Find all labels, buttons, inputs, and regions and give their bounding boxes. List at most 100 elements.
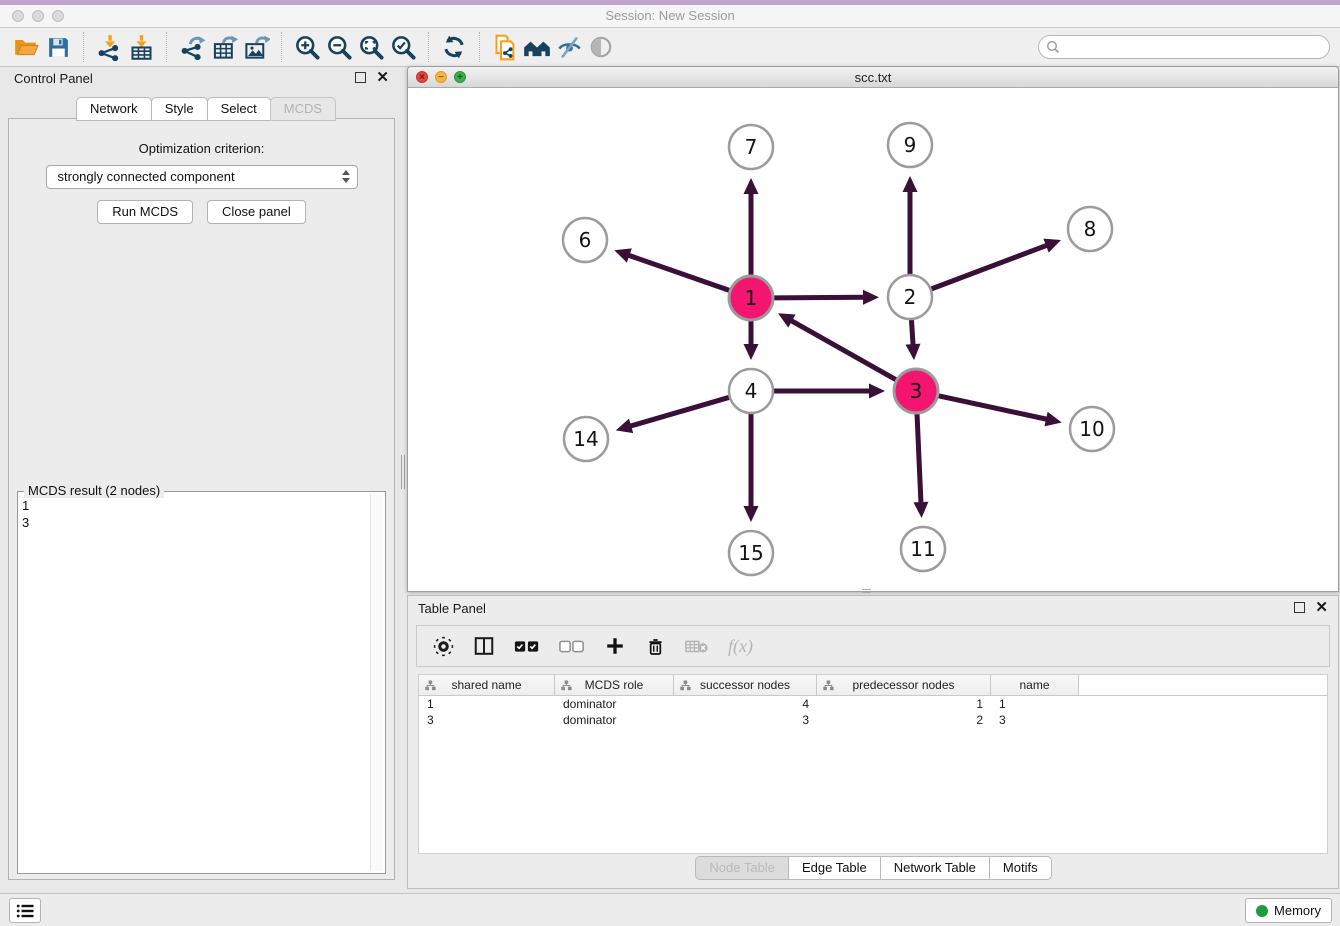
table-cell[interactable]: dominator — [555, 712, 674, 728]
mcds-result-list[interactable]: 13 — [22, 494, 369, 871]
save-session-button[interactable] — [42, 31, 74, 63]
horizontal-splitter-handle[interactable] — [862, 589, 871, 593]
mcds-panel-body: Optimization criterion: strongly connect… — [8, 118, 395, 880]
export-table-button[interactable] — [208, 31, 240, 63]
unselect-all-button[interactable] — [559, 638, 585, 654]
zoom-selected-button[interactable] — [387, 31, 419, 63]
close-panel-icon[interactable]: ✕ — [376, 71, 389, 84]
tab-style[interactable]: Style — [151, 97, 208, 121]
add-column-button[interactable] — [604, 635, 626, 657]
table-row[interactable]: 1dominator411 — [419, 696, 1327, 712]
toolbar-separator — [83, 32, 84, 62]
graph-node-label: 11 — [910, 537, 935, 561]
column-header-shared-name[interactable]: shared name — [419, 675, 555, 695]
column-edit-icon — [823, 680, 834, 691]
column-header-predecessor-nodes[interactable]: predecessor nodes — [817, 675, 991, 695]
table-cell[interactable]: dominator — [555, 696, 674, 712]
new-network-from-selection-button[interactable] — [489, 31, 521, 63]
result-scrollbar[interactable] — [370, 494, 383, 871]
close-panel-button[interactable]: Close panel — [207, 200, 306, 224]
first-neighbors-button[interactable] — [521, 31, 553, 63]
hide-selected-button[interactable] — [553, 31, 585, 63]
tab-edge-table[interactable]: Edge Table — [788, 856, 881, 880]
open-folder-icon — [13, 34, 39, 60]
optimization-criterion-label: Optimization criterion: — [9, 141, 394, 156]
edge-2-8[interactable] — [932, 245, 1048, 289]
export-network-button[interactable] — [176, 31, 208, 63]
control-panel-title: Control Panel — [14, 71, 93, 86]
column-header-MCDS-role[interactable]: MCDS role — [555, 675, 674, 695]
edge-1-2[interactable] — [774, 297, 865, 298]
edge-3-1[interactable] — [790, 320, 896, 380]
run-mcds-button[interactable]: Run MCDS — [97, 200, 193, 224]
tab-mcds[interactable]: MCDS — [270, 97, 336, 121]
gear-icon — [433, 636, 454, 657]
column-settings-button[interactable] — [433, 636, 454, 657]
float-panel-icon[interactable] — [355, 72, 366, 83]
table-cell[interactable]: 1 — [817, 696, 991, 712]
tab-select[interactable]: Select — [207, 97, 271, 121]
checked-boxes-icon — [514, 638, 540, 654]
plus-icon — [604, 635, 626, 657]
split-view-button[interactable] — [473, 635, 495, 657]
tab-node-table[interactable]: Node Table — [695, 856, 789, 880]
close-table-panel-icon[interactable]: ✕ — [1315, 601, 1328, 614]
refresh-view-button[interactable] — [438, 31, 470, 63]
table-cell[interactable]: 4 — [674, 696, 817, 712]
edge-4-14[interactable] — [629, 397, 729, 426]
graph-node-label: 4 — [745, 379, 758, 403]
open-session-button[interactable] — [10, 31, 42, 63]
import-network-button[interactable] — [93, 31, 125, 63]
select-all-button[interactable] — [514, 638, 540, 654]
import-table-button[interactable] — [125, 31, 157, 63]
search-icon — [1046, 40, 1060, 54]
task-history-button[interactable] — [9, 898, 41, 923]
table-cell[interactable]: 3 — [991, 712, 1079, 728]
edge-1-6[interactable] — [627, 255, 729, 291]
graph-node-label: 14 — [573, 427, 598, 451]
edge-2-3[interactable] — [911, 320, 913, 346]
main-toolbar — [0, 28, 1340, 67]
search-input[interactable] — [1038, 35, 1330, 59]
table-cell[interactable]: 1 — [419, 696, 555, 712]
show-all-button[interactable] — [585, 31, 617, 63]
edge-3-11[interactable] — [917, 414, 921, 504]
network-canvas[interactable]: 7968124314101511 — [408, 89, 1338, 591]
vertical-splitter-handle[interactable] — [400, 455, 406, 489]
table-cell[interactable]: 1 — [991, 696, 1079, 712]
table-cell[interactable]: 2 — [817, 712, 991, 728]
zoom-fit-button[interactable] — [355, 31, 387, 63]
column-edit-icon — [680, 680, 691, 691]
tab-network-table[interactable]: Network Table — [880, 856, 990, 880]
column-header-name[interactable]: name — [991, 675, 1079, 695]
network-window-titlebar[interactable]: × − + scc.txt — [408, 67, 1338, 88]
table-row[interactable]: 3dominator323 — [419, 712, 1327, 728]
export-image-button[interactable] — [240, 31, 272, 63]
zoom-in-button[interactable] — [291, 31, 323, 63]
node-table[interactable]: shared nameMCDS rolesuccessor nodesprede… — [418, 674, 1328, 854]
zoom-out-button[interactable] — [323, 31, 355, 63]
edge-3-10[interactable] — [938, 396, 1048, 420]
memory-button[interactable]: Memory — [1245, 898, 1332, 923]
table-cell[interactable]: 3 — [674, 712, 817, 728]
table-cell[interactable]: 3 — [419, 712, 555, 728]
zoom-selected-icon — [390, 34, 417, 61]
optimization-criterion-dropdown[interactable]: strongly connected component — [46, 165, 358, 189]
toolbar-separator — [428, 32, 429, 62]
toolbar-separator — [479, 32, 480, 62]
import-table-icon — [128, 34, 155, 61]
network-graph[interactable]: 7968124314101511 — [408, 89, 1338, 592]
table-toolbar: f(x) — [416, 625, 1330, 667]
refresh-icon — [441, 34, 467, 60]
split-view-icon — [473, 635, 495, 657]
float-table-panel-icon[interactable] — [1294, 602, 1305, 613]
delete-column-button[interactable] — [645, 636, 666, 657]
export-table-icon — [211, 34, 238, 61]
tab-network[interactable]: Network — [76, 97, 152, 121]
eye-disabled-icon — [588, 34, 614, 60]
houses-icon — [522, 34, 552, 61]
column-header-successor-nodes[interactable]: successor nodes — [674, 675, 817, 695]
session-title: Session: New Session — [0, 8, 1340, 23]
unchecked-boxes-icon — [559, 638, 585, 654]
tab-motifs[interactable]: Motifs — [989, 856, 1052, 880]
